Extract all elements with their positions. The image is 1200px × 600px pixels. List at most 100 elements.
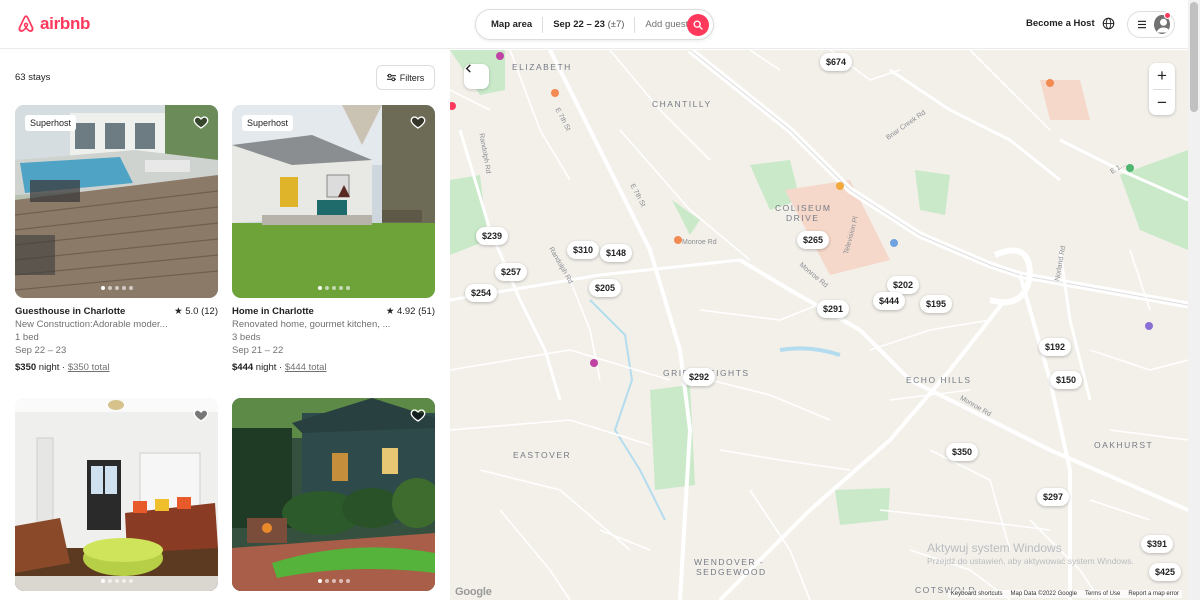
windows-activation-watermark: Aktywuj system Windows Przejdź do ustawi… [927,541,1134,566]
price-pin[interactable]: $205 [588,279,622,297]
price-pin[interactable]: $444 [872,292,906,310]
map-label-eastover: EASTOVER [513,450,572,460]
keyboard-shortcuts-link[interactable]: Keyboard shortcuts [951,591,1003,597]
listing-description: New Construction:Adorable moder... [15,319,168,330]
price-pin[interactable]: $425 [1148,563,1182,581]
google-attribution[interactable]: Google [455,586,492,598]
map-label-elizabeth: ELIZABETH [512,62,572,72]
scrollbar-thumb[interactable] [1190,2,1198,112]
listing-dates: Sep 21 – 22 [232,345,284,356]
price-pin[interactable]: $195 [919,295,953,313]
price-pin[interactable]: $148 [599,244,633,262]
collapse-map-button[interactable] [464,64,489,89]
report-error-link[interactable]: Report a map error [1128,591,1179,597]
listing-rating: ★ 4.92 (51) [385,306,435,317]
price-pin[interactable]: $265 [796,231,830,249]
listing-photo[interactable] [15,398,218,591]
price-pin[interactable]: $254 [464,284,498,302]
filters-icon [386,73,396,82]
street-label: Monroe Rd [682,239,717,246]
price-pin[interactable]: $292 [682,368,716,386]
heart-icon[interactable] [193,407,209,423]
watermark-title: Aktywuj system Windows [927,541,1062,555]
chevron-left-icon [465,64,471,73]
map-label-wendover: WENDOVER - [694,557,765,567]
price-pin[interactable]: $257 [494,263,528,281]
search-location[interactable]: Map area [476,19,542,30]
listing-dates: Sep 22 – 23 [15,345,67,356]
price-pin[interactable]: $391 [1140,535,1174,553]
price-pin[interactable]: $310 [566,241,600,259]
photo-dots [15,286,218,290]
price-pin[interactable]: $239 [475,227,509,245]
search-button[interactable] [687,14,709,36]
photo-dots [232,579,435,583]
listings-pane: 63 stays Filters Superhost Guesthouse in… [0,50,450,600]
map-label-sedgewood: SEDGEWOOD [696,567,767,577]
listing-beds: 3 beds [232,332,261,343]
heart-icon[interactable] [410,114,426,130]
search-dates[interactable]: Sep 22 – 23 (±7) [543,19,634,30]
heart-icon[interactable] [193,114,209,130]
search-dates-flex: (±7) [607,19,625,30]
become-host-link[interactable]: Become a Host [1026,18,1095,29]
listing-card[interactable] [232,398,435,598]
airbnb-logo[interactable]: airbnb [16,13,90,34]
stays-count: 63 stays [15,72,51,83]
search-icon [693,20,703,30]
filters-label: Filters [399,72,425,83]
map-label-oakhurst: OAKHURST [1094,440,1154,450]
zoom-controls: + − [1149,63,1175,115]
listing-card[interactable]: Superhost Guesthouse in Charlotte ★ 5.0 … [15,105,218,405]
menu-icon [1138,20,1147,29]
map-label-chantilly: CHANTILLY [652,99,712,109]
search-bar[interactable]: Map area Sep 22 – 23 (±7) Add guests [475,9,714,40]
watermark-subtitle: Przejdź do ustawień, aby aktywować syste… [927,556,1134,566]
listing-card[interactable]: Superhost Home in Charlotte ★ 4.92 (51) … [232,105,435,405]
airbnb-logo-icon [18,15,34,32]
listing-description: Renovated home, gourmet kitchen, ... [232,319,391,330]
price-unit: night · [253,362,285,373]
map-view[interactable]: ELIZABETH CHANTILLY COLISEUM DRIVE GRIER… [450,50,1188,600]
listing-price: $444 [232,362,254,373]
listing-total[interactable]: $350 total [68,362,110,373]
price-pin[interactable]: $297 [1036,488,1070,506]
price-pin[interactable]: $674 [819,53,853,71]
listing-photo[interactable]: Superhost [232,105,435,298]
price-pin[interactable]: $350 [945,443,979,461]
photo-dots [15,579,218,583]
price-unit: night · [36,362,68,373]
listing-rating: ★ 5.0 (12) [174,306,218,317]
listing-price-row: $444 night · $444 total [232,361,435,374]
map-label-coliseum: COLISEUM [775,203,832,213]
price-pin[interactable]: $192 [1038,338,1072,356]
map-label-drive: DRIVE [786,213,820,223]
superhost-badge: Superhost [242,115,294,131]
terms-link[interactable]: Terms of Use [1085,591,1120,597]
listing-card[interactable] [15,398,218,598]
map-background [450,50,1188,600]
filters-button[interactable]: Filters [376,65,435,90]
map-footer: Keyboard shortcuts Map Data ©2022 Google… [947,590,1182,598]
listing-total[interactable]: $444 total [285,362,327,373]
zoom-in-button[interactable]: + [1149,63,1175,89]
notification-dot [1164,12,1171,19]
listing-photo[interactable]: Superhost [15,105,218,298]
listing-info: Guesthouse in Charlotte ★ 5.0 (12) New C… [15,305,218,374]
listing-beds: 1 bed [15,332,39,343]
superhost-badge: Superhost [25,115,77,131]
heart-icon[interactable] [410,407,426,423]
photo-dots [232,286,435,290]
page-scrollbar[interactable] [1188,0,1200,600]
price-pin[interactable]: $150 [1049,371,1083,389]
globe-icon[interactable] [1102,17,1115,30]
listing-photo[interactable] [232,398,435,591]
price-pin[interactable]: $291 [816,300,850,318]
listing-info: Home in Charlotte ★ 4.92 (51) Renovated … [232,305,435,374]
zoom-out-button[interactable]: − [1149,90,1175,116]
listing-price: $350 [15,362,37,373]
listing-title: Home in Charlotte [232,306,314,317]
map-label-echo-hills: ECHO HILLS [906,375,972,385]
listing-price-row: $350 night · $350 total [15,361,218,374]
search-dates-text: Sep 22 – 23 [553,19,605,30]
